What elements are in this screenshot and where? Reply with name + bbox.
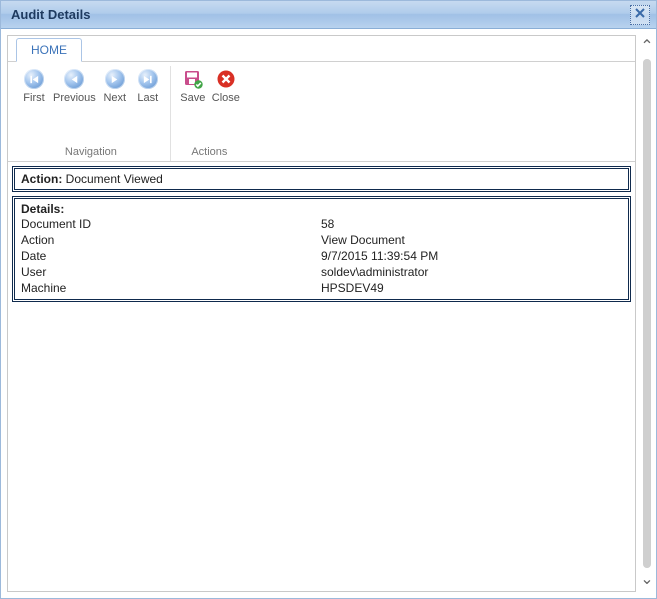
scroll-down-icon: ⌄ — [640, 572, 653, 588]
detail-value: HPSDEV49 — [321, 280, 622, 296]
table-row: User soldev\administrator — [21, 264, 622, 280]
ribbon-group-navigation: First Previous Next — [12, 66, 171, 161]
first-button[interactable]: First — [18, 66, 50, 143]
content-column: HOME First — [7, 35, 636, 592]
previous-button[interactable]: Previous — [51, 66, 98, 143]
detail-label: Date — [21, 248, 321, 264]
ribbon-group-navigation-label: Navigation — [18, 143, 164, 161]
first-label: First — [23, 92, 44, 104]
details-panel: Details: Document ID 58 Action View Docu… — [12, 196, 631, 302]
detail-value: 9/7/2015 11:39:54 PM — [321, 248, 622, 264]
next-icon — [104, 68, 126, 90]
save-button[interactable]: Save — [177, 66, 209, 143]
detail-value: 58 — [321, 216, 622, 232]
detail-label: User — [21, 264, 321, 280]
scroll-up-icon: ⌃ — [640, 39, 653, 55]
body-area: HOME First — [1, 29, 656, 598]
audit-details-window: Audit Details HOME — [0, 0, 657, 599]
first-icon — [23, 68, 45, 90]
ribbon-group-actions: Save Close Actions — [171, 66, 248, 161]
detail-value: soldev\administrator — [321, 264, 622, 280]
previous-icon — [63, 68, 85, 90]
save-label: Save — [180, 92, 205, 104]
save-icon — [182, 68, 204, 90]
titlebar: Audit Details — [1, 1, 656, 29]
table-row: Machine HPSDEV49 — [21, 280, 622, 296]
tab-home[interactable]: HOME — [16, 38, 82, 62]
action-panel-label: Action: — [21, 172, 62, 186]
detail-label: Document ID — [21, 216, 321, 232]
next-label: Next — [103, 92, 126, 104]
last-button[interactable]: Last — [132, 66, 164, 143]
vertical-scrollbar[interactable]: ⌃ ⌄ — [638, 35, 656, 592]
detail-label: Action — [21, 232, 321, 248]
table-row: Date 9/7/2015 11:39:54 PM — [21, 248, 622, 264]
last-label: Last — [137, 92, 158, 104]
table-row: Action View Document — [21, 232, 622, 248]
action-panel-value: Document Viewed — [66, 172, 163, 186]
close-button[interactable]: Close — [210, 66, 242, 143]
detail-label: Machine — [21, 280, 321, 296]
next-button[interactable]: Next — [99, 66, 131, 143]
scroll-thumb[interactable] — [643, 59, 651, 568]
close-label: Close — [212, 92, 240, 104]
scroll-track — [643, 59, 651, 568]
window-title: Audit Details — [11, 7, 90, 22]
previous-label: Previous — [53, 92, 96, 104]
close-icon — [215, 68, 237, 90]
table-row: Document ID 58 — [21, 216, 622, 232]
action-panel: Action: Document Viewed — [12, 166, 631, 192]
details-panel-header: Details: — [21, 202, 622, 216]
panels: Action: Document Viewed Details: Documen… — [8, 162, 635, 310]
ribbon-body: First Previous Next — [8, 62, 635, 162]
ribbon-group-actions-label: Actions — [177, 143, 242, 161]
close-window-button[interactable] — [630, 5, 650, 25]
close-icon — [634, 7, 646, 22]
details-table: Document ID 58 Action View Document Date… — [21, 216, 622, 296]
last-icon — [137, 68, 159, 90]
ribbon-tabs: HOME — [8, 36, 635, 62]
detail-value: View Document — [321, 232, 622, 248]
